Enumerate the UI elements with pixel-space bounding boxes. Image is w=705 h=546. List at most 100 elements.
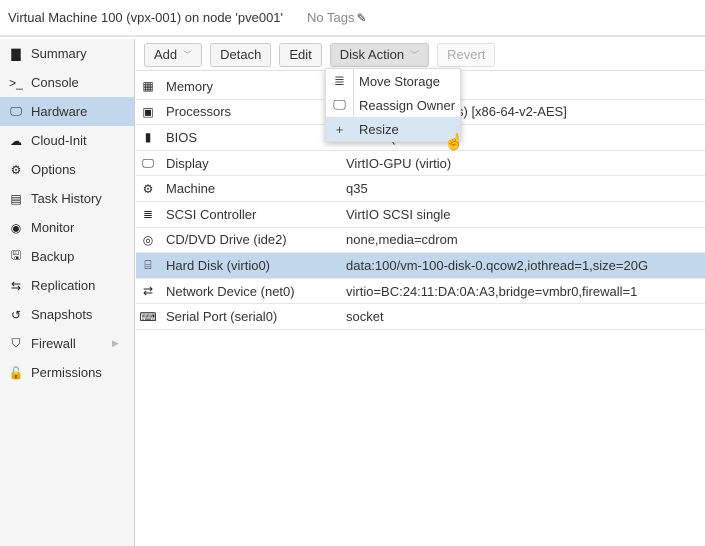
sidebar-item-options[interactable]: ⚙ Options <box>0 155 134 184</box>
hdd-icon: ⌸ <box>144 257 152 272</box>
sidebar: ▇ Summary >_ Console 🖵 Hardware ☁ Cloud-Init ⚙ Op… <box>0 39 135 546</box>
desktop-icon: 🖵 <box>142 155 154 170</box>
book-icon: ▇ <box>11 46 21 61</box>
sidebar-item-console[interactable]: >_ Console <box>0 68 134 97</box>
keyboard-icon: ⌨ <box>139 309 157 324</box>
sidebar-item-backup[interactable]: 🖫 Backup <box>0 242 134 271</box>
table-row[interactable]: ⇄ Network Device (net0) virtio=BC:24:11:DA… <box>136 279 705 305</box>
add-button[interactable]: Add ﹀ <box>144 42 203 67</box>
row-name: Hard Disk (virtio0) <box>166 257 271 273</box>
bios-icon: ▮ <box>144 130 152 145</box>
cpu-icon: ▣ <box>142 104 154 119</box>
header: Virtual Machine 100 (vpx-001) on node 'p… <box>0 0 705 37</box>
cloud-icon: ☁ <box>10 133 22 148</box>
hand-cursor-icon: ☝ <box>444 134 464 151</box>
row-value: VirtIO-GPU (virtio) <box>346 155 452 171</box>
monitor-icon: 🖵 <box>10 104 22 118</box>
memory-icon: ▦ <box>142 79 154 94</box>
table-row[interactable]: 🖵 Display VirtIO-GPU (virtio) <box>136 151 705 177</box>
edit-label: Edit <box>289 47 312 62</box>
sidebar-item-firewall[interactable]: ⛉ Firewall ▶ <box>0 329 134 358</box>
toolbar: Add ﹀ Detach Edit Disk Action ﹀ Revert <box>136 39 705 71</box>
row-name: Network Device (net0) <box>166 283 295 299</box>
floppy-icon: 🖫 <box>10 248 22 262</box>
row-value: socket <box>346 309 384 325</box>
row-name: Display <box>166 155 209 171</box>
sidebar-item-label: Task History <box>31 191 102 206</box>
row-value: q35 <box>346 181 368 197</box>
retweet-icon: ⇆ <box>10 278 22 293</box>
revert-label: Revert <box>447 47 486 62</box>
edit-button[interactable]: Edit <box>279 42 322 67</box>
menu-item-label: Reassign Owner <box>359 97 456 113</box>
exchange-icon: ⇄ <box>142 284 154 299</box>
row-value: data:100/vm-100-disk-0.qcow2,iothread=1,… <box>346 257 649 273</box>
sidebar-item-hardware[interactable]: 🖵 Hardware <box>0 97 134 126</box>
sidebar-item-permissions[interactable]: 🔓 Permissions <box>0 358 134 387</box>
row-name: BIOS <box>166 129 198 145</box>
sidebar-item-label: Replication <box>31 278 96 293</box>
cogs-icon: ⚙ <box>142 181 154 196</box>
detach-label: Detach <box>220 47 262 62</box>
row-value: s) [x86-64-v2-AES] <box>457 104 567 120</box>
shield-icon: ⛉ <box>11 336 21 350</box>
menu-item-reassign-owner[interactable]: 🖵 Reassign Owner <box>326 93 460 117</box>
disk-action-label: Disk Action <box>339 47 405 62</box>
sidebar-item-cloud-init[interactable]: ☁ Cloud-Init <box>0 126 134 155</box>
table-row[interactable]: ⌸ Hard Disk (virtio0) data:100/vm-100-disk… <box>136 253 705 279</box>
menu-item-move-storage[interactable]: ≣ Move Storage <box>326 69 460 93</box>
row-value: virtio=BC:24:11:DA:0A:A3,bridge=vmbr0,fi… <box>346 283 638 299</box>
chevron-down-icon: ﹀ <box>410 50 420 60</box>
sidebar-item-replication[interactable]: ⇆ Replication <box>0 271 134 300</box>
tags-label: No Tags <box>307 10 355 25</box>
sidebar-item-label: Console <box>31 75 79 90</box>
chevron-right-icon: ▶ <box>112 338 119 348</box>
plus-icon: + <box>335 121 344 137</box>
sidebar-item-label: Firewall <box>31 336 76 351</box>
cdrom-icon: ◎ <box>142 232 154 247</box>
desktop-icon: 🖵 <box>333 97 346 112</box>
menu-item-label: Resize <box>359 121 399 137</box>
row-name: SCSI Controller <box>166 206 257 222</box>
table-row[interactable]: ⚙ Machine q35 <box>136 176 705 202</box>
history-icon: ↺ <box>10 307 22 322</box>
row-value: none,media=cdrom <box>346 232 458 248</box>
revert-button[interactable]: Revert <box>437 42 496 67</box>
row-name: Memory <box>166 78 213 94</box>
page-title: Virtual Machine 100 (vpx-001) on node 'p… <box>8 10 284 25</box>
gear-icon: ⚙ <box>10 162 22 177</box>
add-label: Add <box>154 47 178 62</box>
row-name: Processors <box>166 104 232 120</box>
terminal-icon: >_ <box>9 75 23 90</box>
sidebar-item-label: Cloud-Init <box>31 133 87 148</box>
chevron-down-icon: ﹀ <box>183 50 193 60</box>
pencil-icon[interactable]: ✎ <box>356 11 366 25</box>
detach-button[interactable]: Detach <box>210 42 272 67</box>
row-name: Machine <box>166 181 216 197</box>
database-icon: ≣ <box>334 73 345 88</box>
sidebar-item-label: Summary <box>31 46 87 61</box>
sidebar-item-task-history[interactable]: ▤ Task History <box>0 184 134 213</box>
table-row[interactable]: ≣ SCSI Controller VirtIO SCSI single <box>136 202 705 228</box>
sidebar-item-label: Snapshots <box>31 307 93 322</box>
list-icon: ▤ <box>10 191 22 206</box>
table-row[interactable]: ◎ CD/DVD Drive (ide2) none,media=cdrom <box>136 228 705 254</box>
sidebar-item-snapshots[interactable]: ↺ Snapshots <box>0 300 134 329</box>
sidebar-item-label: Hardware <box>31 104 88 119</box>
eye-icon: ◉ <box>10 220 22 235</box>
database-icon: ≣ <box>142 207 154 222</box>
sidebar-item-label: Options <box>31 162 76 177</box>
row-name: CD/DVD Drive (ide2) <box>166 232 287 248</box>
sidebar-item-monitor[interactable]: ◉ Monitor <box>0 213 134 242</box>
row-value: VirtIO SCSI single <box>346 206 451 222</box>
unlock-icon: 🔓 <box>8 365 24 380</box>
menu-item-label: Move Storage <box>359 73 440 89</box>
sidebar-item-label: Backup <box>31 249 75 264</box>
sidebar-item-label: Monitor <box>31 220 75 235</box>
table-row[interactable]: ⌨ Serial Port (serial0) socket <box>136 304 705 330</box>
sidebar-item-summary[interactable]: ▇ Summary <box>0 39 134 68</box>
disk-action-menu: ≣ Move Storage 🖵 Reassign Owner + Resize <box>325 68 461 142</box>
row-name: Serial Port (serial0) <box>166 309 278 325</box>
disk-action-button[interactable]: Disk Action ﹀ <box>329 42 430 67</box>
menu-item-resize[interactable]: + Resize <box>326 117 460 141</box>
